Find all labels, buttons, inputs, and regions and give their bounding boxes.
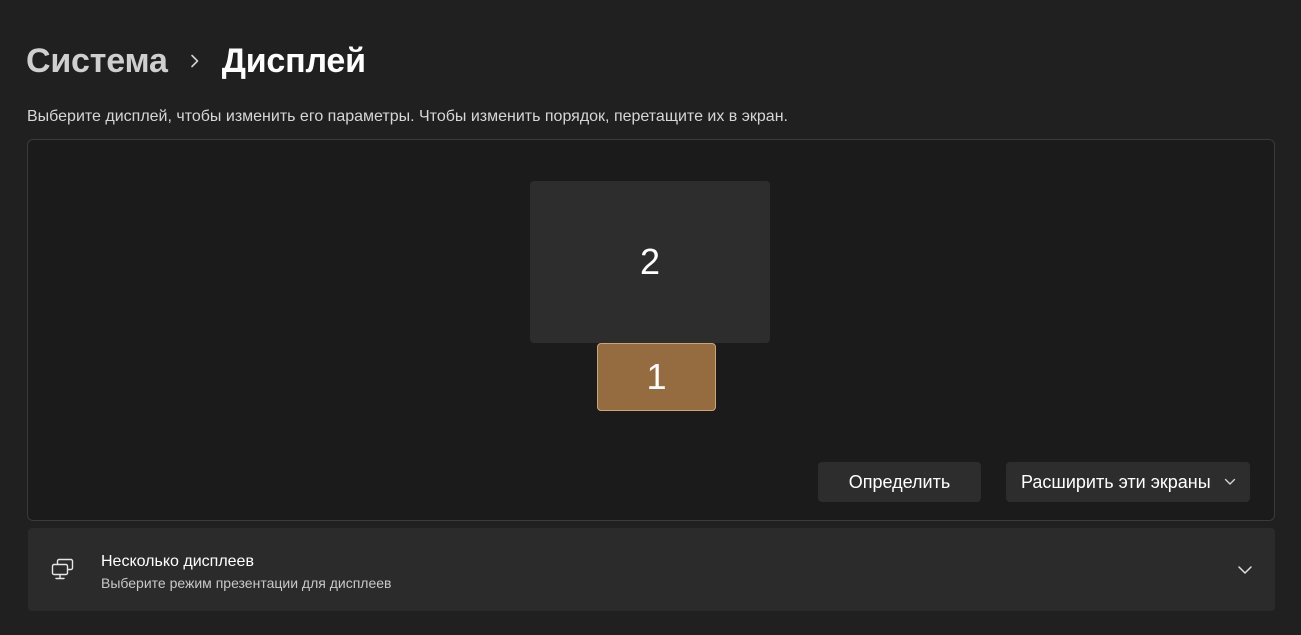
multiple-displays-subtitle: Выберите режим презентации для дисплеев xyxy=(101,575,392,591)
display-mode-label: Расширить эти экраны xyxy=(1021,471,1211,492)
multiple-displays-row[interactable]: Несколько дисплеев Выберите режим презен… xyxy=(28,528,1275,611)
multiple-displays-title: Несколько дисплеев xyxy=(101,553,254,570)
display-arrangement-panel: 2 1 Определить Расширить эти экраны xyxy=(27,139,1275,521)
display-2-number: 2 xyxy=(639,241,661,282)
breadcrumb: Система Дисплей xyxy=(26,38,366,84)
instruction-text: Выберите дисплей, чтобы изменить его пар… xyxy=(27,108,788,125)
multiple-displays-icon xyxy=(50,558,76,580)
display-2[interactable]: 2 xyxy=(530,181,770,343)
breadcrumb-item-system[interactable]: Система xyxy=(26,42,168,81)
settings-page: Система Дисплей Выберите дисплей, чтобы … xyxy=(0,0,1301,635)
chevron-right-icon xyxy=(168,38,222,84)
page-title: Дисплей xyxy=(221,41,366,80)
expand-chevron-icon[interactable] xyxy=(1236,561,1254,579)
chevron-down-icon xyxy=(1224,478,1236,486)
display-1[interactable]: 1 xyxy=(597,343,716,411)
display-mode-dropdown[interactable]: Расширить эти экраны xyxy=(1006,462,1250,502)
display-1-number: 1 xyxy=(646,356,667,397)
identify-button[interactable]: Определить xyxy=(818,462,981,502)
identify-button-label: Определить xyxy=(848,471,951,492)
